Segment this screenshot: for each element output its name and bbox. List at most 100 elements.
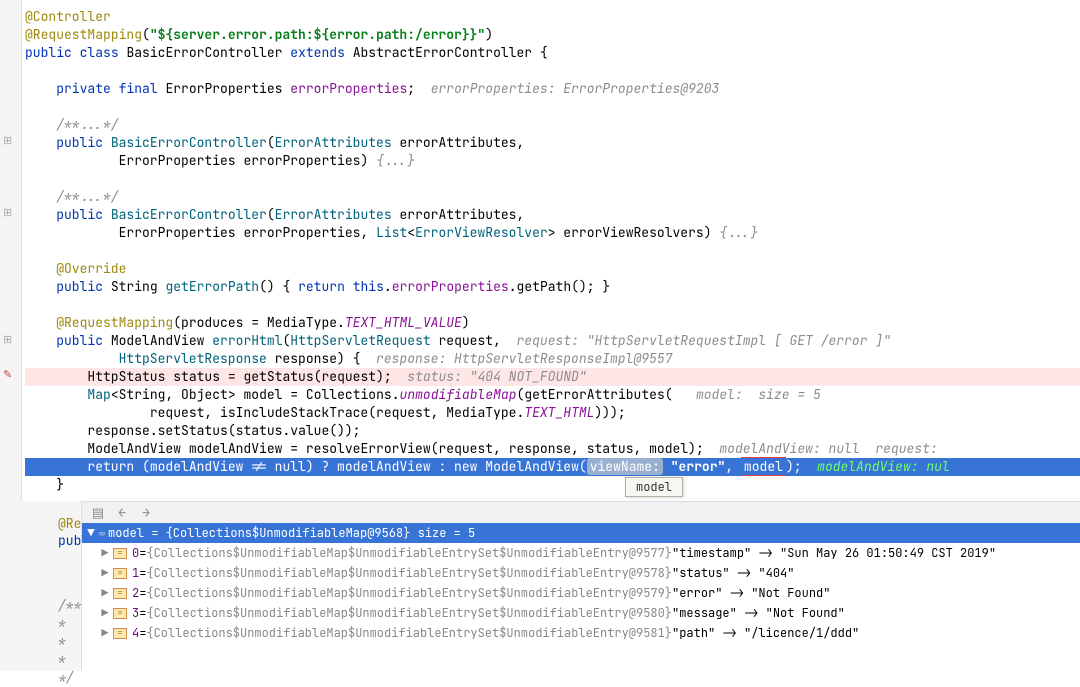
param: errorProperties xyxy=(243,224,360,241)
type: HttpServletRequest xyxy=(290,332,430,349)
expand-icon[interactable]: ▶ xyxy=(100,585,110,601)
param: errorAttributes xyxy=(399,206,516,223)
string-literal: "${server.error.path:${error.path:/error… xyxy=(150,26,485,43)
type: String xyxy=(119,386,166,403)
keyword: private xyxy=(56,80,111,97)
param: errorAttributes xyxy=(399,134,516,151)
type: ErrorAttributes xyxy=(275,134,392,151)
entry-icon: = xyxy=(113,608,127,619)
code-editor[interactable]: @Controller @RequestMapping("${server.er… xyxy=(25,0,1080,494)
param-hint: viewName: xyxy=(587,458,663,475)
type: ErrorProperties xyxy=(119,152,236,169)
var-ref: response xyxy=(87,422,149,439)
var-ref: request xyxy=(376,404,431,421)
debug-variable-row[interactable]: ▶= 1 = {Collections$UnmodifiableMap$Unmo… xyxy=(82,563,1080,583)
gutter-breakpoint-icon[interactable]: ✎ xyxy=(3,368,12,382)
keyword: final xyxy=(119,80,158,97)
row-object: {Collections$UnmodifiableMap$Unmodifiabl… xyxy=(146,585,672,601)
constructor: BasicErrorController xyxy=(111,206,267,223)
constant: TEXT_HTML_VALUE xyxy=(345,314,462,331)
entry-icon: = xyxy=(113,568,127,579)
nav-forward-icon[interactable]: → xyxy=(138,505,154,521)
debug-variable-row[interactable]: ▶= 4 = {Collections$UnmodifiableMap$Unmo… xyxy=(82,623,1080,643)
inline-hint: response: HttpServletResponseImpl@9557 xyxy=(376,350,672,367)
inline-hint: modelAndView: null request: xyxy=(719,440,937,457)
method-call: setStatus xyxy=(158,422,228,439)
row-index: 2 xyxy=(132,585,139,601)
keyword: this xyxy=(353,278,384,295)
row-value: "status" -> "404" xyxy=(672,565,794,581)
constructor: BasicErrorController xyxy=(111,134,267,151)
expand-icon[interactable]: ▶ xyxy=(100,625,110,641)
folded-body[interactable]: {...} xyxy=(719,224,758,241)
type: HttpServletResponse xyxy=(119,350,267,367)
inline-hint: modelAndView: nul xyxy=(817,458,950,475)
debug-variable-row[interactable]: ▶= 3 = {Collections$UnmodifiableMap$Unmo… xyxy=(82,603,1080,623)
brace: } xyxy=(56,476,64,493)
var-ref: request xyxy=(438,440,493,457)
annotation: @Controller xyxy=(25,8,111,25)
param: request xyxy=(438,332,493,349)
class-ref: MediaType xyxy=(446,404,516,421)
type: ErrorAttributes xyxy=(275,206,392,223)
row-object: {Collections$UnmodifiableMap$Unmodifiabl… xyxy=(146,605,672,621)
debug-variable-row[interactable]: ▶= 2 = {Collections$UnmodifiableMap$Unmo… xyxy=(82,583,1080,603)
gutter-mark-icon: ⊞ xyxy=(3,134,12,148)
expand-icon[interactable]: ▶ xyxy=(100,565,110,581)
keyword: return xyxy=(87,458,134,475)
row-value: "timestamp" -> "Sun May 26 01:50:49 CST … xyxy=(672,545,996,561)
method-call: resolveErrorView xyxy=(306,440,431,457)
expand-icon[interactable]: ▶ xyxy=(100,605,110,621)
keyword: class xyxy=(80,44,119,61)
var-ref: response xyxy=(509,440,571,457)
row-index: 1 xyxy=(132,565,139,581)
row-index: 3 xyxy=(132,605,139,621)
gutter-mark-icon: ⊞ xyxy=(3,333,12,347)
brace: { xyxy=(540,44,548,61)
param: response xyxy=(275,350,337,367)
annotation: @Override xyxy=(56,260,126,277)
folded-comment[interactable]: /**...*/ xyxy=(56,116,118,133)
inline-hint: model: size = 5 xyxy=(696,386,821,403)
nav-back-icon[interactable]: ← xyxy=(114,505,130,521)
expand-icon[interactable]: ▶ xyxy=(100,545,110,561)
local-var: status xyxy=(173,368,220,385)
bottom-gutter: @Republ /** * * * */ xyxy=(0,501,82,671)
link-icon: ∞ xyxy=(99,527,105,540)
hover-tooltip: model xyxy=(625,477,683,497)
folded-body[interactable]: {...} xyxy=(376,152,415,169)
inline-hint: errorProperties: ErrorProperties@9203 xyxy=(431,80,720,97)
folded-comment[interactable]: /**...*/ xyxy=(56,188,118,205)
var-ref: model xyxy=(649,440,688,457)
field: errorProperties xyxy=(290,80,407,97)
row-index: 4 xyxy=(132,625,139,641)
keyword: public xyxy=(56,134,103,151)
type: ModelAndView xyxy=(111,332,205,349)
highlighted-var[interactable]: model xyxy=(741,457,786,476)
keyword: public xyxy=(25,44,72,61)
type: Map xyxy=(87,386,110,403)
method: getErrorPath xyxy=(165,278,259,295)
type: List xyxy=(376,224,407,241)
new-watch-icon[interactable]: ▤ xyxy=(90,505,106,521)
method-call: isIncludeStackTrace xyxy=(220,404,368,421)
execution-line: return (modelAndView != null) ? modelAnd… xyxy=(25,458,1080,476)
param: errorProperties xyxy=(243,152,360,169)
entry-icon: = xyxy=(113,588,127,599)
type: ModelAndView xyxy=(87,440,181,457)
keyword: public xyxy=(56,332,103,349)
debug-root-label: model = {Collections$UnmodifiableMap@956… xyxy=(108,525,475,541)
type: ErrorProperties xyxy=(119,224,236,241)
row-index: 0 xyxy=(132,545,139,561)
var-ref: request xyxy=(150,404,205,421)
debug-variable-root[interactable]: ▼ ∞ model = {Collections$UnmodifiableMap… xyxy=(82,523,1080,543)
type: ModelAndView xyxy=(485,458,579,475)
row-value: "path" -> "/licence/1/ddd" xyxy=(672,625,859,641)
debug-variable-row[interactable]: ▶= 0 = {Collections$UnmodifiableMap$Unmo… xyxy=(82,543,1080,563)
class-name: BasicErrorController xyxy=(126,44,282,61)
type: ErrorViewResolver xyxy=(415,224,548,241)
inline-hint: request: "HttpServletRequestImpl [ GET /… xyxy=(517,332,891,349)
collapse-icon[interactable]: ▼ xyxy=(86,525,96,541)
row-object: {Collections$UnmodifiableMap$Unmodifiabl… xyxy=(146,545,672,561)
entry-icon: = xyxy=(113,628,127,639)
